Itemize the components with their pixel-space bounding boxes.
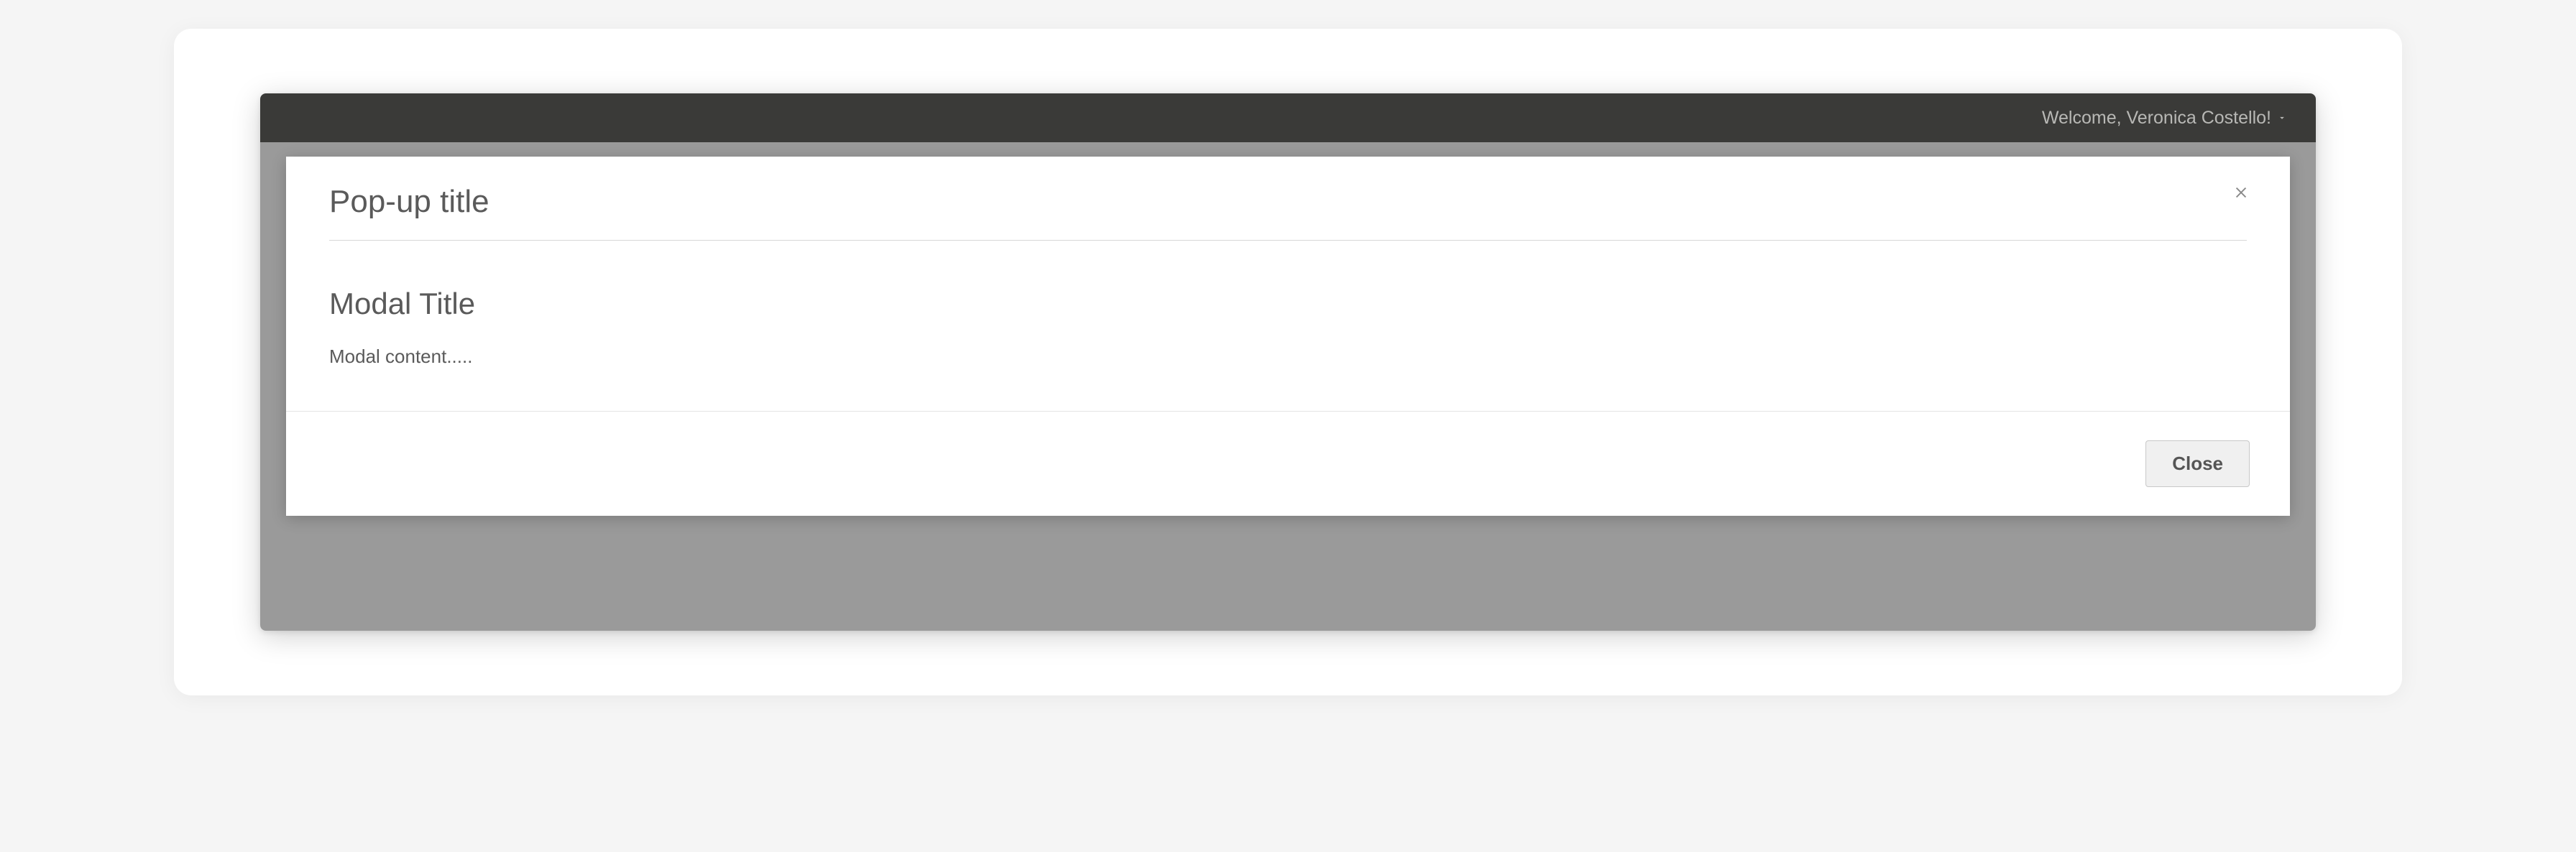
welcome-user-dropdown[interactable]: Welcome, Veronica Costello!: [2042, 108, 2287, 129]
app-window: Welcome, Veronica Costello! Pop-up title: [260, 93, 2316, 631]
outer-frame: Welcome, Veronica Costello! Pop-up title: [174, 29, 2402, 695]
modal-header: Pop-up title: [286, 157, 2290, 258]
modal-footer: Close: [286, 411, 2290, 516]
modal-body: Modal Title Modal content.....: [286, 258, 2290, 411]
close-button[interactable]: Close: [2145, 440, 2250, 487]
header-bar: Welcome, Veronica Costello!: [260, 93, 2316, 142]
chevron-down-icon: [2277, 113, 2287, 123]
modal-content: Modal content.....: [329, 346, 2247, 368]
modal-overlay: Pop-up title Modal Title Modal content..…: [260, 142, 2316, 631]
modal-dialog: Pop-up title Modal Title Modal content..…: [286, 157, 2290, 516]
popup-title: Pop-up title: [329, 184, 2247, 241]
modal-title: Modal Title: [329, 287, 2247, 321]
welcome-text: Welcome, Veronica Costello!: [2042, 108, 2271, 129]
close-icon[interactable]: [2231, 182, 2251, 203]
